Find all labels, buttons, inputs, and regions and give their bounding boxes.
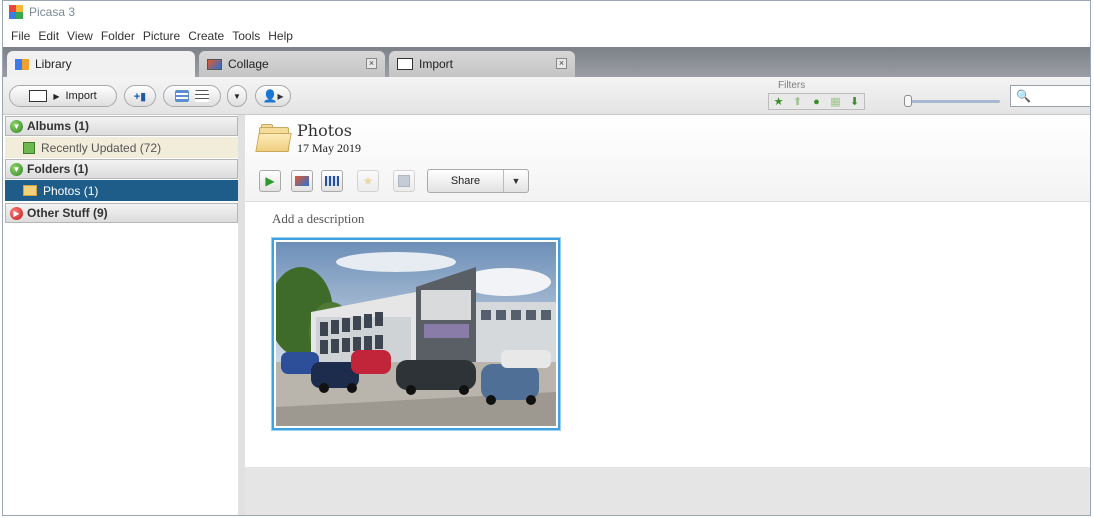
play-small-icon: ▶ [53, 91, 60, 101]
close-collage-tab-icon[interactable]: × [366, 58, 377, 69]
expanded-arrow-icon[interactable]: ▼ [10, 162, 23, 176]
menu-picture[interactable]: Picture [139, 27, 184, 45]
tab-import[interactable]: Import × [389, 51, 575, 77]
new-album-button[interactable]: +▮ [124, 85, 156, 107]
video-filter-icon[interactable]: ▦ [826, 94, 845, 109]
albums-section-header[interactable]: ▼ Albums (1) [5, 116, 238, 136]
menu-tools[interactable]: Tools [228, 27, 264, 45]
add-album-icon: +▮ [133, 90, 147, 103]
tab-library-label: Library [35, 57, 72, 71]
tab-collage-label: Collage [228, 57, 269, 71]
people-filter-icon[interactable]: ● [807, 94, 826, 109]
create-collage-button[interactable] [291, 170, 313, 192]
folder-header: Photos 17 May 2019 ▶ ★ Share ▼ [245, 115, 1090, 202]
filter-buttons: ★ ⬆ ● ▦ ⬇ [768, 93, 865, 110]
tab-collage[interactable]: Collage × [199, 51, 385, 77]
create-movie-button[interactable] [321, 170, 343, 192]
star-icon: ★ [362, 174, 374, 188]
album-recently-updated[interactable]: Recently Updated (72) [5, 137, 238, 158]
menu-edit[interactable]: Edit [34, 27, 63, 45]
upload-filter-icon[interactable]: ⬆ [788, 94, 807, 109]
folder-date[interactable]: 17 May 2019 [297, 141, 361, 156]
picasa-window: Picasa 3 File Edit View Folder Picture C… [2, 0, 1091, 516]
import-icon [397, 58, 413, 70]
star-button[interactable]: ★ [357, 170, 379, 192]
share-button-label: Share [428, 170, 504, 192]
other-stuff-label: Other Stuff (9) [27, 206, 108, 220]
share-button[interactable]: Share ▼ [427, 169, 529, 193]
tab-strip: Library Collage × Import × [3, 47, 1090, 77]
folder-photos[interactable]: Photos (1) [5, 180, 238, 201]
library-icon [15, 58, 29, 70]
folder-description[interactable]: Add a description [272, 211, 364, 227]
tree-view-icon [195, 90, 209, 102]
collapsed-arrow-icon[interactable]: ▶ [10, 206, 23, 220]
play-slideshow-button[interactable]: ▶ [259, 170, 281, 192]
chevron-down-icon: ▼ [233, 91, 241, 101]
tab-library[interactable]: Library [7, 51, 195, 77]
library-sidebar: ▼ Albums (1) Recently Updated (72) ▼ Fol… [3, 115, 245, 515]
collage-icon [207, 58, 222, 70]
menu-help[interactable]: Help [264, 27, 297, 45]
filter-slider-knob[interactable] [904, 95, 912, 107]
film-icon [325, 176, 339, 186]
camera-import-icon [29, 90, 48, 102]
other-stuff-section-header[interactable]: ▶ Other Stuff (9) [5, 203, 238, 223]
people-button[interactable]: 👤▸ [255, 85, 291, 107]
share-dropdown-icon[interactable]: ▼ [504, 176, 528, 186]
options-dropdown-button[interactable]: ▼ [227, 85, 247, 107]
save-button[interactable] [393, 170, 415, 192]
window-title: Picasa 3 [29, 5, 76, 19]
expanded-arrow-icon[interactable]: ▼ [10, 119, 23, 133]
filters-group: Filters ★ ⬆ ● ▦ ⬇ [768, 80, 1000, 112]
albums-section-label: Albums (1) [27, 119, 90, 133]
album-icon [23, 141, 35, 154]
folder-view: Photos 17 May 2019 ▶ ★ Share ▼ Add a des [245, 115, 1090, 515]
import-button[interactable]: ▶ Import [9, 85, 117, 107]
import-button-label: Import [65, 90, 97, 102]
filters-label: Filters [778, 80, 806, 91]
people-icon: 👤▸ [262, 89, 284, 103]
menu-create[interactable]: Create [184, 27, 228, 45]
filter-slider-track[interactable] [908, 100, 1000, 103]
picasa-logo-icon [9, 4, 24, 20]
album-label: Recently Updated (72) [41, 140, 162, 155]
close-import-tab-icon[interactable]: × [556, 58, 567, 69]
sidebar-scrollbar[interactable] [238, 115, 245, 515]
folders-section-label: Folders (1) [27, 162, 89, 176]
title-bar: Picasa 3 [3, 1, 1090, 23]
star-filter-icon[interactable]: ★ [769, 94, 788, 109]
large-folder-icon [255, 124, 292, 152]
save-icon [398, 175, 410, 187]
menu-bar: File Edit View Folder Picture Create Too… [3, 27, 297, 45]
search-icon: 🔍 [1016, 89, 1031, 103]
folder-icon [23, 185, 37, 196]
folders-section-header[interactable]: ▼ Folders (1) [5, 159, 238, 179]
collage-icon [295, 176, 309, 186]
view-mode-toggle[interactable] [163, 85, 221, 107]
folder-footer-area [245, 467, 1090, 515]
toolbar: ▶ Import +▮ ▼ 👤▸ Filters ★ ⬆ ● ▦ ⬇ 🔍 [3, 77, 1090, 115]
menu-view[interactable]: View [63, 27, 97, 45]
menu-folder[interactable]: Folder [97, 27, 139, 45]
photo-image [276, 242, 556, 426]
folder-title[interactable]: Photos [297, 121, 352, 140]
search-input[interactable]: 🔍 [1010, 85, 1090, 107]
flat-view-icon [175, 90, 189, 102]
photo-thumbnail[interactable] [272, 238, 560, 430]
folder-label: Photos (1) [43, 183, 99, 198]
menu-file[interactable]: File [7, 27, 34, 45]
geotag-filter-icon[interactable]: ⬇ [845, 94, 864, 109]
play-icon: ▶ [265, 174, 275, 188]
tab-import-label: Import [419, 57, 454, 71]
